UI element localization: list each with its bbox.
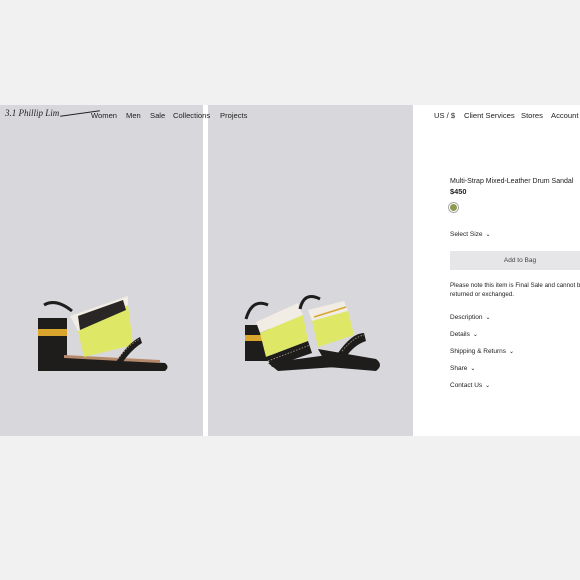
nav-women[interactable]: Women: [91, 111, 117, 120]
product-info-panel: Multi-Strap Mixed-Leather Drum Sandal $4…: [413, 105, 580, 436]
size-selector-label: Select Size: [450, 231, 483, 238]
nav-client-services[interactable]: Client Services: [464, 111, 515, 120]
chevron-down-icon: ⌄: [509, 349, 515, 355]
nav-collections[interactable]: Collections: [173, 111, 210, 120]
brand-logo-text: 3.1 Phillip Lim: [5, 108, 60, 118]
accordion-contact-label: Contact Us: [450, 382, 483, 389]
product-price: $450: [450, 187, 467, 196]
product-image-side[interactable]: [0, 105, 203, 436]
chevron-down-icon: ⌄: [472, 332, 478, 338]
product-image-pair[interactable]: [208, 105, 413, 436]
accordion-description[interactable]: Description ⌄: [450, 314, 491, 321]
nav-locale[interactable]: US / $: [434, 111, 455, 120]
nav-projects[interactable]: Projects: [220, 111, 247, 120]
chevron-down-icon: ⌄: [470, 366, 476, 372]
final-sale-note: Please note this item is Final Sale and …: [450, 282, 580, 298]
product-name: Multi-Strap Mixed-Leather Drum Sandal: [450, 178, 574, 185]
sandal-pair-illustration: [244, 295, 380, 371]
nav-stores[interactable]: Stores: [521, 111, 543, 120]
chevron-down-icon: ⌄: [485, 383, 491, 389]
accordion-share[interactable]: Share ⌄: [450, 365, 475, 372]
add-to-bag-button[interactable]: Add to Bag: [450, 251, 580, 270]
chevron-down-icon: ⌄: [485, 315, 491, 321]
accordion-contact-us[interactable]: Contact Us ⌄: [450, 382, 490, 389]
accordion-details-label: Details: [450, 331, 470, 338]
size-selector[interactable]: Select Size ⌄: [450, 231, 491, 238]
chevron-down-icon: ⌄: [485, 232, 491, 238]
accordion-shipping-label: Shipping & Returns: [450, 348, 507, 355]
color-swatch[interactable]: [450, 204, 457, 211]
accordion-share-label: Share: [450, 365, 468, 372]
sandal-side-illustration: [38, 296, 168, 371]
nav-account[interactable]: Account: [551, 111, 578, 120]
top-navigation: 3.1 Phillip Lim Women Men Sale Collectio…: [0, 105, 580, 127]
accordion-details[interactable]: Details ⌄: [450, 331, 478, 338]
nav-men[interactable]: Men: [126, 111, 141, 120]
nav-sale[interactable]: Sale: [150, 111, 165, 120]
accordion-shipping-returns[interactable]: Shipping & Returns ⌄: [450, 348, 514, 355]
brand-logo[interactable]: 3.1 Phillip Lim: [5, 108, 101, 118]
accordion-description-label: Description: [450, 314, 483, 321]
